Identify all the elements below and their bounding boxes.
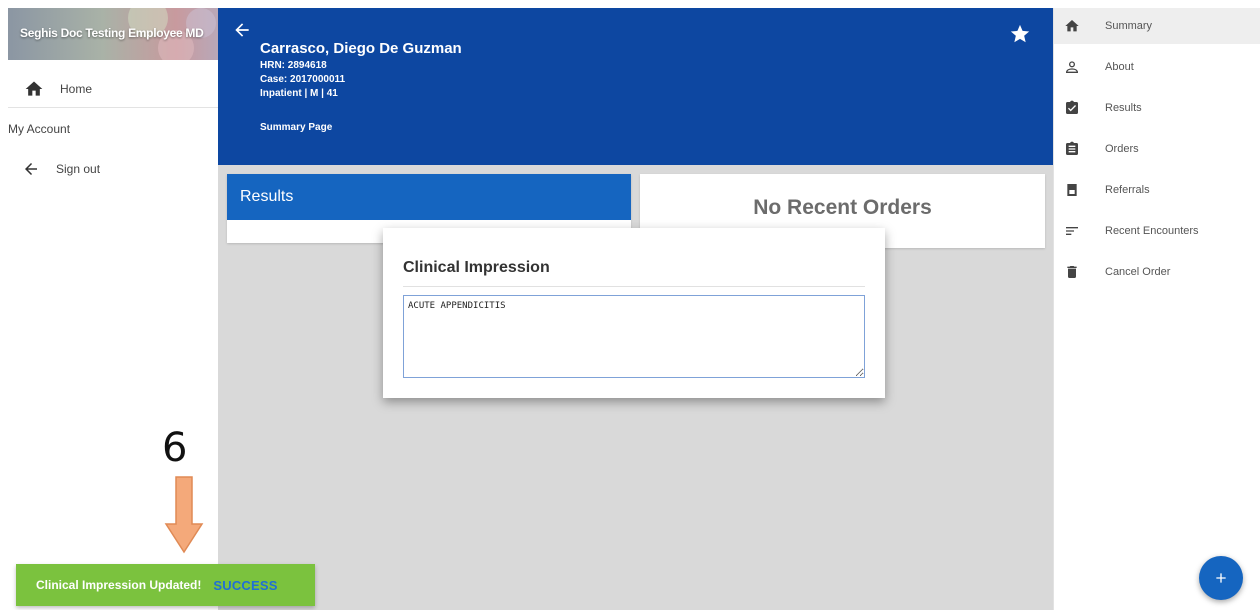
patient-header: Carrasco, Diego De Guzman HRN: 2894618 C… bbox=[218, 8, 1053, 165]
orders-empty-text: No Recent Orders bbox=[753, 196, 932, 219]
drawer-header: Seghis Doc Testing Employee MD bbox=[8, 8, 218, 60]
right-nav-label: About bbox=[1105, 61, 1134, 73]
clipboard-icon bbox=[1066, 141, 1078, 155]
home-icon bbox=[25, 81, 43, 96]
right-nav-label: Orders bbox=[1105, 143, 1139, 155]
right-nav-referrals[interactable]: Referrals bbox=[1054, 172, 1260, 208]
nav-home[interactable]: Home bbox=[8, 70, 218, 108]
right-nav-label: Results bbox=[1105, 102, 1142, 114]
drawer-user-name: Seghis Doc Testing Employee MD bbox=[20, 26, 204, 40]
right-nav-cancel-order[interactable]: Cancel Order bbox=[1054, 254, 1260, 290]
referral-icon bbox=[1067, 184, 1077, 196]
right-nav-summary[interactable]: Summary bbox=[1054, 8, 1260, 44]
trash-icon bbox=[1067, 266, 1077, 278]
results-card-title: Results bbox=[227, 174, 631, 220]
add-button[interactable] bbox=[1199, 556, 1243, 600]
clinical-impression-dialog: Clinical Impression ACUTE APPENDICITIS bbox=[383, 228, 885, 398]
patient-hrn: HRN: 2894618 bbox=[260, 60, 327, 71]
annotation-arrow-icon bbox=[164, 476, 204, 554]
right-nav-label: Cancel Order bbox=[1105, 266, 1171, 278]
patient-name: Carrasco, Diego De Guzman bbox=[260, 40, 462, 57]
arrow-left-icon bbox=[25, 163, 37, 175]
clipboard-check-icon bbox=[1066, 100, 1078, 114]
app-window: Seghis Doc Testing Employee MD Home My A… bbox=[0, 0, 1260, 610]
arrow-left-icon bbox=[235, 23, 249, 37]
favorite-button[interactable] bbox=[1009, 23, 1031, 45]
right-nav: Summary About Results Orders Referrals R… bbox=[1053, 8, 1260, 610]
right-nav-about[interactable]: About bbox=[1054, 49, 1260, 85]
patient-case: Case: 2017000011 bbox=[260, 74, 346, 85]
right-nav-orders[interactable]: Orders bbox=[1054, 131, 1260, 167]
right-nav-results[interactable]: Results bbox=[1054, 90, 1260, 126]
right-nav-label: Recent Encounters bbox=[1105, 225, 1199, 237]
clinical-impression-input[interactable]: ACUTE APPENDICITIS bbox=[403, 295, 865, 378]
nav-home-label: Home bbox=[60, 81, 93, 96]
list-icon bbox=[1066, 227, 1078, 235]
nav-sign-out[interactable]: Sign out bbox=[8, 156, 218, 182]
nav-sign-out-label: Sign out bbox=[56, 162, 101, 176]
dialog-divider bbox=[403, 286, 865, 287]
star-icon bbox=[1010, 24, 1030, 43]
home-icon bbox=[1065, 20, 1079, 32]
plus-icon bbox=[1216, 573, 1226, 583]
page-title: Summary Page bbox=[260, 122, 333, 133]
toast-action-button[interactable]: SUCCESS bbox=[213, 578, 277, 593]
main-content: Carrasco, Diego De Guzman HRN: 2894618 C… bbox=[218, 8, 1053, 610]
person-icon bbox=[1065, 61, 1079, 73]
nav-my-account[interactable]: My Account bbox=[8, 116, 70, 142]
back-button[interactable] bbox=[232, 20, 252, 40]
success-toast: Clinical Impression Updated! SUCCESS bbox=[16, 564, 315, 606]
right-nav-label: Referrals bbox=[1105, 184, 1150, 196]
annotation-step-number: 6 bbox=[162, 425, 188, 471]
dialog-title: Clinical Impression bbox=[403, 259, 550, 276]
toast-message: Clinical Impression Updated! bbox=[36, 578, 202, 592]
right-nav-recent-encounters[interactable]: Recent Encounters bbox=[1054, 213, 1260, 249]
right-nav-label: Summary bbox=[1105, 20, 1153, 32]
patient-encounter: Inpatient | M | 41 bbox=[260, 88, 338, 99]
